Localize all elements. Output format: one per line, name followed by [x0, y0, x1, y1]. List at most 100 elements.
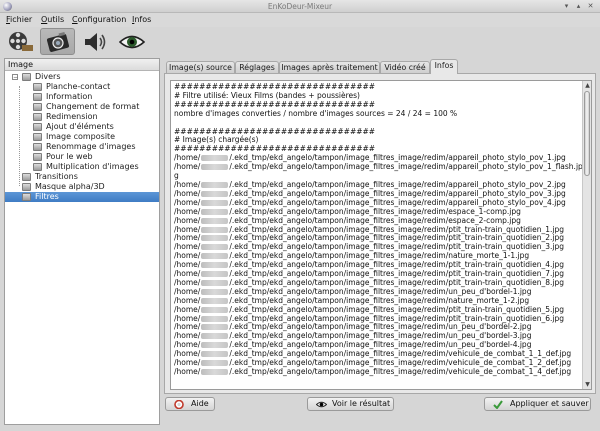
audio-tool-button[interactable]	[77, 28, 112, 55]
tree-item-transitions[interactable]: Transitions	[5, 172, 159, 182]
tree-item-label: Redimension	[46, 112, 98, 121]
checkmark-icon	[493, 400, 503, 409]
tree-item-planche-contact[interactable]: Planche-contact	[5, 82, 159, 92]
redacted-username	[201, 360, 229, 367]
tree-item-label: Renommage d'images	[46, 142, 136, 151]
tab-video-cree[interactable]: Vidéo créé	[380, 61, 430, 73]
tree-item-label: Transitions	[35, 172, 78, 181]
tree-item-label: Information	[46, 92, 93, 101]
maximize-icon[interactable]: ▴	[574, 2, 583, 11]
speaker-icon	[85, 33, 106, 51]
scroll-thumb[interactable]	[584, 91, 590, 176]
folder-icon	[33, 123, 42, 131]
folder-icon	[33, 113, 42, 121]
view-tool-button[interactable]	[114, 28, 149, 55]
redacted-username	[201, 181, 229, 188]
tree-header: Image	[5, 59, 159, 71]
menu-infos[interactable]: Infos	[132, 15, 151, 24]
tree-item-ajout-d-l-ments[interactable]: Ajout d'éléments	[5, 122, 159, 132]
tree-item-label: Planche-contact	[46, 82, 111, 91]
redacted-username	[201, 190, 229, 197]
folder-icon	[33, 163, 42, 171]
redacted-username	[201, 164, 229, 171]
tree-item-pour-le-web[interactable]: Pour le web	[5, 152, 159, 162]
tab-infos[interactable]: Infos	[430, 59, 458, 74]
folder-icon	[22, 183, 31, 191]
menu-bar: Fichier Outils Configuration Infos	[0, 13, 600, 27]
tab-reglages[interactable]: Réglages	[235, 61, 279, 73]
info-text-area[interactable]: ################################ # Filtre…	[170, 80, 592, 390]
menu-fichier[interactable]: Fichier	[6, 15, 32, 24]
video-tool-button[interactable]	[3, 28, 38, 55]
eye-icon	[316, 401, 327, 408]
tree-item-label: Divers	[35, 72, 61, 81]
info-text-content: ################################ # Filtre…	[174, 82, 583, 377]
title-bar: EnKoDeur-Mixeur ▾ ▴ ✕	[0, 0, 600, 13]
eye-icon	[119, 35, 145, 49]
redacted-username	[201, 208, 229, 215]
redacted-username	[201, 324, 229, 331]
redacted-username	[201, 271, 229, 278]
redacted-username	[201, 217, 229, 224]
tree-item-label: Filtres	[35, 192, 59, 201]
tree-item-label: Ajout d'éléments	[46, 122, 114, 131]
vertical-scrollbar[interactable]: ▲ ▼	[582, 81, 591, 389]
tab-images-apres-traitement[interactable]: Images après traitement	[279, 61, 380, 73]
redacted-username	[201, 155, 229, 162]
lifebuoy-icon	[174, 400, 184, 409]
tab-image-source[interactable]: Image(s) source	[166, 61, 235, 73]
tree-item-changement-de-format[interactable]: Changement de format	[5, 102, 159, 112]
folder-icon	[33, 133, 42, 141]
folder-icon	[33, 93, 42, 101]
redacted-username	[201, 279, 229, 286]
tree-item-label: Changement de format	[46, 102, 140, 111]
view-result-button[interactable]: Voir le résultat	[307, 397, 394, 411]
tree-item-renommage-d-images[interactable]: Renommage d'images	[5, 142, 159, 152]
file-path-line: /home//.ekd_tmp/ekd_angelo/tampon/image_…	[174, 367, 572, 376]
redacted-username	[201, 199, 229, 206]
folder-icon	[22, 73, 31, 81]
tree-item-image-composite[interactable]: Image composite	[5, 132, 159, 142]
scroll-up-icon[interactable]: ▲	[583, 81, 591, 90]
minimize-icon[interactable]: ▾	[562, 2, 571, 11]
redacted-username	[201, 288, 229, 295]
redacted-username	[201, 351, 229, 358]
redacted-username	[201, 333, 229, 340]
redacted-username	[201, 315, 229, 322]
redacted-username	[201, 306, 229, 313]
folder-icon	[33, 103, 42, 111]
tree-item-multiplication-d-images[interactable]: Multiplication d'images	[5, 162, 159, 172]
redacted-username	[201, 253, 229, 260]
tree-item-filtres[interactable]: Filtres	[5, 192, 159, 202]
film-reel-icon	[9, 32, 33, 51]
folder-icon	[33, 153, 42, 161]
help-button[interactable]: Aide	[165, 397, 215, 411]
folder-icon	[22, 173, 31, 181]
tree-item-label: Image composite	[46, 132, 116, 141]
tree-item-divers[interactable]: − Divers	[5, 72, 159, 82]
window-title: EnKoDeur-Mixeur	[267, 2, 333, 11]
redacted-username	[201, 235, 229, 242]
folder-icon	[33, 143, 42, 151]
folder-icon	[33, 83, 42, 91]
tree-item-label: Multiplication d'images	[46, 162, 139, 171]
module-tree: Image − Divers Planche-contact Information C…	[4, 58, 160, 425]
tree-item-redimension[interactable]: Redimension	[5, 112, 159, 122]
image-tool-button[interactable]	[40, 28, 75, 55]
tree-item-information[interactable]: Information	[5, 92, 159, 102]
close-icon[interactable]: ✕	[586, 2, 595, 11]
tree-item-masque-alpha-3d[interactable]: Masque alpha/3D	[5, 182, 159, 192]
info-line: nombre d'images converties / nombre d'im…	[174, 108, 458, 118]
menu-configuration[interactable]: Configuration	[72, 15, 126, 24]
infos-pane: ################################ # Filtre…	[164, 73, 596, 394]
folder-icon	[22, 193, 31, 201]
camera-icon	[46, 31, 70, 52]
apply-save-button[interactable]: Appliquer et sauver	[484, 397, 591, 411]
redacted-username	[201, 369, 229, 375]
collapse-icon[interactable]: −	[12, 74, 18, 81]
scroll-down-icon[interactable]: ▼	[583, 380, 591, 389]
toolbar	[0, 27, 600, 57]
tree-item-label: Pour le web	[46, 152, 93, 161]
menu-outils[interactable]: Outils	[41, 15, 64, 24]
tree-item-label: Masque alpha/3D	[35, 182, 105, 191]
